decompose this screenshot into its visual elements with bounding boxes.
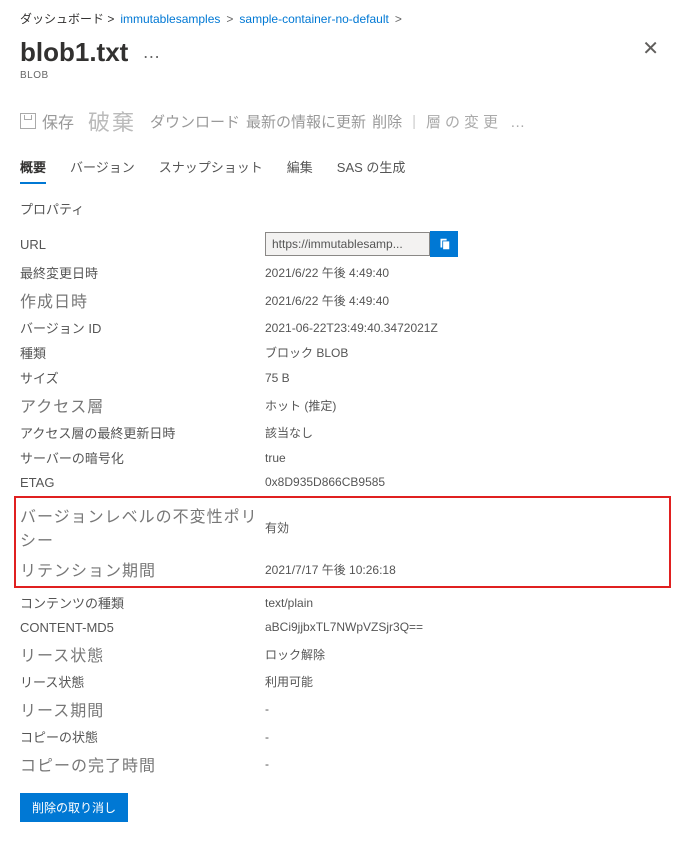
- save-button[interactable]: 保存: [20, 109, 74, 133]
- prop-server-encrypted-label: サーバーの暗号化: [20, 448, 265, 467]
- close-button[interactable]: ✕: [636, 37, 665, 61]
- prop-copy-status-label: コピーの状態: [20, 727, 265, 746]
- section-properties-label: プロパティ: [20, 199, 665, 218]
- prop-lease-duration-value: -: [265, 702, 269, 716]
- breadcrumb-sep-1: >: [226, 12, 233, 26]
- prop-last-modified-label: 最終変更日時: [20, 263, 265, 282]
- page-title: blob1.txt: [20, 37, 128, 68]
- tabs: 概要 バージョン スナップショット 編集 SAS の生成: [20, 151, 665, 185]
- prop-immutability-label: バージョンレベルの不変性ポリシー: [20, 503, 265, 551]
- tab-edit[interactable]: 編集: [287, 151, 313, 184]
- prop-access-tier-label: アクセス層: [20, 393, 265, 417]
- prop-access-tier-updated-value: 該当なし: [265, 424, 313, 441]
- prop-lease-state-label: リース状態: [20, 672, 265, 691]
- prop-server-encrypted-value: true: [265, 451, 286, 465]
- breadcrumb: ダッシュボード > immutablesamples > sample-cont…: [20, 10, 665, 27]
- discard-button[interactable]: 破棄: [88, 105, 136, 137]
- prop-immutability-value: 有効: [265, 519, 289, 536]
- tab-generate-sas[interactable]: SAS の生成: [337, 151, 406, 184]
- prop-etag-label: ETAG: [20, 475, 265, 490]
- breadcrumb-container[interactable]: sample-container-no-default: [239, 12, 388, 26]
- prop-type-label: 種類: [20, 343, 265, 362]
- tab-versions[interactable]: バージョン: [70, 151, 135, 184]
- refresh-button[interactable]: 最新の情報に更新: [246, 111, 366, 132]
- copy-url-button[interactable]: [430, 231, 458, 257]
- prop-access-tier-value: ホット (推定): [265, 397, 336, 414]
- prop-lease-status-label: リース状態: [20, 642, 265, 666]
- prop-url-label: URL: [20, 237, 265, 252]
- more-menu-button[interactable]: …: [142, 42, 160, 63]
- save-icon: [20, 113, 36, 129]
- prop-last-modified-value: 2021/6/22 午後 4:49:40: [265, 264, 389, 281]
- copy-icon: [437, 237, 451, 251]
- immutability-highlight: バージョンレベルの不変性ポリシー有効 リテンション期間2021/7/17 午後 …: [14, 496, 671, 588]
- toolbar-divider: |: [412, 113, 416, 130]
- prop-copy-status-value: -: [265, 730, 269, 744]
- prop-type-value: ブロック BLOB: [265, 344, 348, 361]
- change-tier-button[interactable]: 層の変更 …: [426, 111, 529, 132]
- prop-md5-value: aBCi9jjbxTL7NWpVZSjr3Q==: [265, 620, 423, 634]
- prop-lease-duration-label: リース期間: [20, 697, 265, 721]
- breadcrumb-account[interactable]: immutablesamples: [120, 12, 220, 26]
- toolbar: 保存 破棄 ダウンロード 最新の情報に更新 削除 | 層の変更 …: [20, 99, 665, 151]
- prop-etag-value: 0x8D935D866CB9585: [265, 475, 385, 489]
- prop-content-type-value: text/plain: [265, 596, 313, 610]
- breadcrumb-root[interactable]: ダッシュボード >: [20, 10, 114, 27]
- tab-snapshots[interactable]: スナップショット: [159, 151, 263, 184]
- prop-size-label: サイズ: [20, 368, 265, 387]
- prop-version-id-value: 2021-06-22T23:49:40.3472021Z: [265, 321, 438, 335]
- download-button[interactable]: ダウンロード: [150, 111, 240, 132]
- prop-access-tier-updated-label: アクセス層の最終更新日時: [20, 423, 265, 442]
- breadcrumb-sep-2: >: [395, 12, 402, 26]
- prop-content-type-label: コンテンツの種類: [20, 593, 265, 612]
- prop-url: URL: [20, 228, 665, 260]
- properties-list: URL 最終変更日時2021/6/22 午後 4:49:40 作成日時2021/…: [20, 228, 665, 779]
- prop-size-value: 75 B: [265, 371, 290, 385]
- prop-retention-label: リテンション期間: [20, 557, 265, 581]
- prop-lease-state-value: 利用可能: [265, 673, 313, 690]
- prop-md5-label: CONTENT-MD5: [20, 620, 265, 635]
- prop-created-label: 作成日時: [20, 288, 265, 312]
- page-subtitle: BLOB: [20, 70, 665, 81]
- tab-overview[interactable]: 概要: [20, 151, 46, 184]
- prop-version-id-label: バージョン ID: [20, 318, 265, 337]
- url-input[interactable]: [265, 232, 430, 256]
- delete-button[interactable]: 削除: [372, 111, 402, 132]
- save-label: 保存: [42, 109, 74, 133]
- undelete-button[interactable]: 削除の取り消し: [20, 793, 128, 822]
- prop-lease-status-value: ロック解除: [265, 646, 325, 663]
- prop-copy-completion-label: コピーの完了時間: [20, 752, 265, 776]
- prop-created-value: 2021/6/22 午後 4:49:40: [265, 292, 389, 309]
- prop-retention-value: 2021/7/17 午後 10:26:18: [265, 561, 396, 578]
- prop-copy-completion-value: -: [265, 757, 269, 771]
